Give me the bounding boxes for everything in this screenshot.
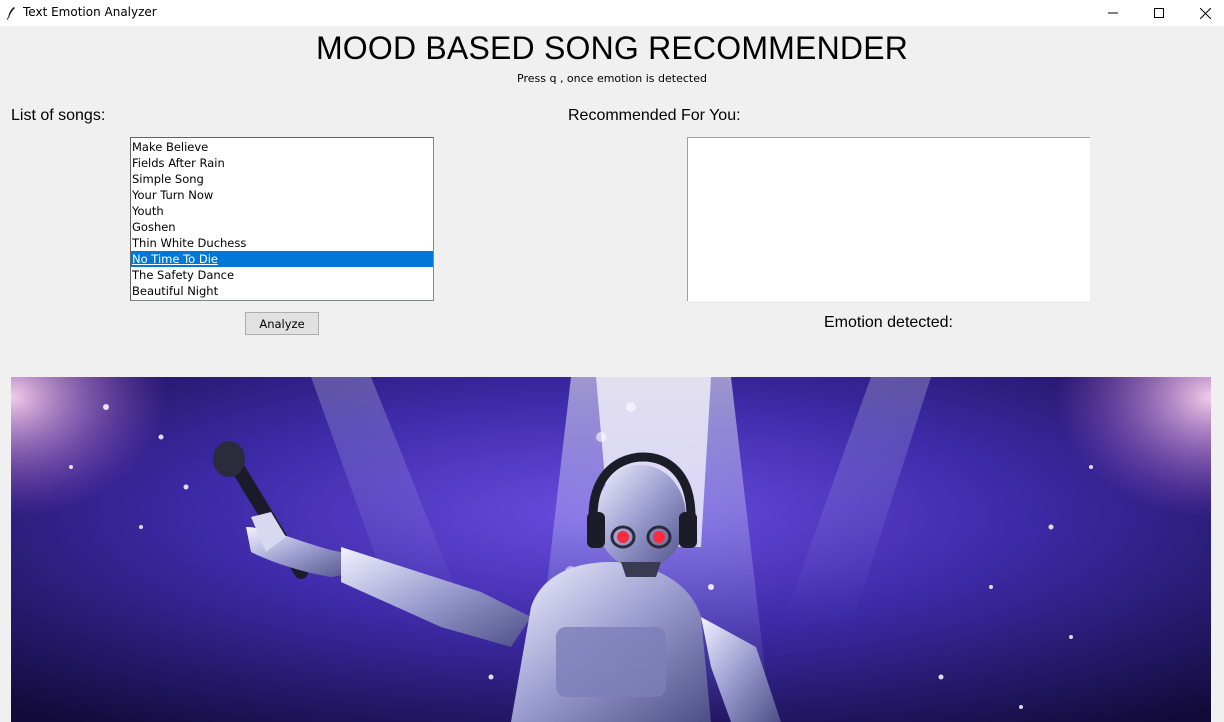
emotion-detected-label: Emotion detected: bbox=[824, 314, 953, 331]
song-list-item[interactable]: Youth bbox=[131, 203, 433, 219]
songs-listbox[interactable]: Make Believe Fields After Rain Simple Song… bbox=[130, 137, 434, 301]
minimize-icon bbox=[1108, 12, 1118, 14]
maximize-button[interactable] bbox=[1136, 0, 1182, 26]
song-list-item[interactable]: The Safety Dance bbox=[131, 267, 433, 283]
page-title: MOOD BASED SONG RECOMMENDER bbox=[315, 30, 909, 66]
recommended-label: Recommended For You: bbox=[568, 107, 741, 124]
song-list-item[interactable]: No Time To Die bbox=[131, 251, 433, 267]
minimize-button[interactable] bbox=[1090, 0, 1136, 26]
analyze-button[interactable]: Analyze bbox=[245, 312, 319, 335]
song-list-item[interactable]: Goshen bbox=[131, 219, 433, 235]
maximize-icon bbox=[1154, 8, 1164, 18]
song-list-item[interactable]: Simple Song bbox=[131, 171, 433, 187]
close-button[interactable] bbox=[1182, 0, 1224, 26]
song-list-item[interactable]: Thin White Duchess bbox=[131, 235, 433, 251]
feather-icon bbox=[6, 5, 16, 20]
song-list-item[interactable]: Beautiful Night bbox=[131, 283, 433, 299]
window-titlebar: Text Emotion Analyzer bbox=[0, 0, 1224, 26]
songs-list-items: Make Believe Fields After Rain Simple Song… bbox=[131, 138, 433, 299]
window-title: Text Emotion Analyzer bbox=[23, 5, 157, 19]
song-list-item[interactable]: Your Turn Now bbox=[131, 187, 433, 203]
song-list-item[interactable]: Make Believe bbox=[131, 139, 433, 155]
song-list-item[interactable]: Fields After Rain bbox=[131, 155, 433, 171]
recommended-listbox[interactable] bbox=[687, 137, 1090, 301]
close-icon bbox=[1199, 7, 1211, 19]
page-subtitle: Press q , once emotion is detected bbox=[517, 72, 707, 85]
robot-singer-banner bbox=[11, 377, 1211, 722]
songs-list-label: List of songs: bbox=[11, 107, 106, 124]
